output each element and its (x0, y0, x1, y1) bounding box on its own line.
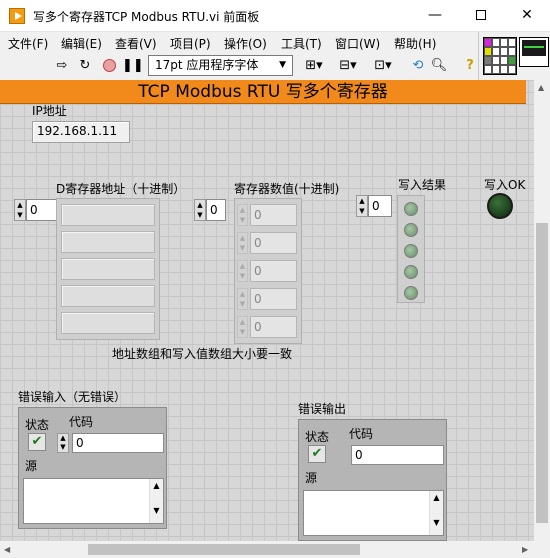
ip-address-field[interactable]: 192.168.1.11 (32, 121, 130, 143)
element-spinner[interactable]: ▲ ▼ (237, 316, 248, 338)
address-array (56, 198, 160, 340)
index-spinner[interactable]: ▲ ▼ (14, 199, 26, 221)
status-label: 状态 (25, 418, 50, 432)
menu-view[interactable]: 查看(V) (115, 35, 157, 52)
address-element[interactable] (61, 231, 155, 253)
title-bar: 写多个寄存器TCP Modbus RTU.vi 前面板 — ✕ (0, 0, 550, 32)
code-indicator: 0 (351, 445, 444, 465)
run-continuous-icon[interactable]: ↻ (76, 57, 94, 75)
chevron-down-icon: ▼ (279, 60, 286, 70)
reorder-icon[interactable]: ⟲ (406, 57, 430, 75)
resize-icon[interactable]: ⊡▾ (371, 57, 395, 75)
panel-banner: TCP Modbus RTU 写多个寄存器 (0, 80, 526, 104)
error-out-cluster: 状态 代码 ✔ 0 源 ▲ ▼ (298, 419, 447, 541)
values-array: ▲ ▼ 0 ▲ ▼ 0 ▲ ▼ 0 ▲ ▼ 0 ▲ ▼ 0 (234, 198, 302, 344)
menu-window[interactable]: 窗口(W) (335, 35, 380, 52)
address-array-label: D寄存器地址（十进制） (56, 182, 186, 196)
scroll-right-icon[interactable]: ▶ (522, 545, 528, 554)
maximize-button[interactable] (458, 0, 504, 32)
write-ok-label: 写入OK (484, 178, 526, 192)
address-element[interactable] (61, 204, 155, 226)
values-index-value[interactable]: 0 (206, 199, 226, 221)
element-spinner[interactable]: ▲ ▼ (237, 288, 248, 310)
index-spinner[interactable]: ▲ ▼ (194, 199, 206, 221)
align-icon[interactable]: ⊞▾ (302, 57, 326, 75)
source-scrollbar[interactable]: ▲ ▼ (149, 479, 163, 523)
error-in-label: 错误输入（无错误） (18, 390, 127, 404)
code-label: 代码 (349, 427, 374, 441)
result-array (397, 195, 425, 303)
element-spinner[interactable]: ▲ ▼ (237, 204, 248, 226)
source-label: 源 (25, 459, 38, 473)
ip-label: IP地址 (32, 104, 67, 118)
source-scrollbar[interactable]: ▲ ▼ (429, 491, 443, 535)
window-title: 写多个寄存器TCP Modbus RTU.vi 前面板 (33, 10, 260, 24)
connector-pane (478, 32, 550, 80)
result-led (404, 223, 418, 237)
search-icon[interactable]: 🔍︎ (430, 57, 448, 75)
distribute-icon[interactable]: ⊟▾ (336, 57, 360, 75)
value-element[interactable]: 0 (250, 260, 297, 282)
minimize-button[interactable]: — (412, 0, 458, 32)
result-array-label: 写入结果 (398, 178, 447, 192)
maximize-icon (476, 10, 486, 20)
result-index-value[interactable]: 0 (368, 195, 392, 217)
run-arrow-icon[interactable]: ⇨ (53, 57, 71, 75)
menu-tools[interactable]: 工具(T) (281, 35, 322, 52)
horizontal-scroll-thumb[interactable] (88, 544, 360, 555)
status-label: 状态 (305, 430, 330, 444)
horizontal-scrollbar[interactable]: ◀ ▶ (0, 541, 534, 558)
address-element[interactable] (61, 285, 155, 307)
source-textarea[interactable]: ▲ ▼ (23, 478, 164, 524)
scroll-up-icon[interactable]: ▲ (538, 83, 544, 92)
code-label: 代码 (69, 415, 94, 429)
vertical-scroll-thumb[interactable] (536, 223, 548, 523)
menu-bar: 文件(F) 编辑(E) 查看(V) 项目(P) 操作(O) 工具(T) 窗口(W… (0, 32, 478, 52)
write-ok-led (487, 193, 513, 219)
abort-icon[interactable] (100, 57, 118, 75)
source-label: 源 (305, 471, 318, 485)
status-indicator: ✔ (308, 445, 326, 463)
size-note: 地址数组和写入值数组大小要一致 (112, 347, 293, 361)
address-element[interactable] (61, 312, 155, 334)
vertical-scrollbar[interactable]: ▲ (534, 80, 550, 541)
values-array-label: 寄存器数值(十进制) (234, 182, 340, 196)
value-element[interactable]: 0 (250, 232, 297, 254)
scroll-left-icon[interactable]: ◀ (4, 545, 10, 554)
menu-edit[interactable]: 编辑(E) (61, 35, 102, 52)
element-spinner[interactable]: ▲ ▼ (237, 260, 248, 282)
font-select-value: 17pt 应用程序字体 (155, 58, 259, 72)
value-element[interactable]: 0 (250, 316, 297, 338)
result-led (404, 202, 418, 216)
font-select[interactable]: 17pt 应用程序字体 ▼ (148, 55, 293, 76)
terminal-grid-icon[interactable] (483, 37, 517, 75)
value-element[interactable]: 0 (250, 204, 297, 226)
error-out-label: 错误输出 (298, 402, 347, 416)
close-button[interactable]: ✕ (504, 0, 550, 32)
source-indicator: ▲ ▼ (303, 490, 444, 536)
index-spinner[interactable]: ▲ ▼ (356, 195, 368, 217)
front-panel: TCP Modbus RTU 写多个寄存器 IP地址 192.168.1.11 … (0, 80, 534, 541)
result-led (404, 244, 418, 258)
menu-operate[interactable]: 操作(O) (224, 35, 267, 52)
pause-icon[interactable]: ❚❚ (122, 57, 144, 75)
value-element[interactable]: 0 (250, 288, 297, 310)
menu-file[interactable]: 文件(F) (8, 35, 48, 52)
code-spinner[interactable]: ▲ ▼ (57, 433, 69, 453)
result-led (404, 265, 418, 279)
toolbar: ⇨ ↻ ❚❚ 17pt 应用程序字体 ▼ ⊞▾ ⊟▾ ⊡▾ ⟲ 🔍︎ ? (0, 52, 478, 80)
element-spinner[interactable]: ▲ ▼ (237, 232, 248, 254)
error-in-cluster: 状态 代码 ✔ ▲ ▼ 0 源 ▲ ▼ (18, 407, 167, 529)
menu-project[interactable]: 项目(P) (170, 35, 211, 52)
help-icon[interactable]: ? (461, 57, 479, 75)
address-element[interactable] (61, 258, 155, 280)
labview-vi-icon (9, 8, 25, 24)
result-led (404, 286, 418, 300)
resize-corner[interactable] (534, 541, 550, 558)
code-field[interactable]: 0 (72, 433, 164, 453)
status-checkbox[interactable]: ✔ (28, 433, 46, 451)
menu-help[interactable]: 帮助(H) (394, 35, 436, 52)
vi-icon[interactable] (519, 37, 549, 67)
